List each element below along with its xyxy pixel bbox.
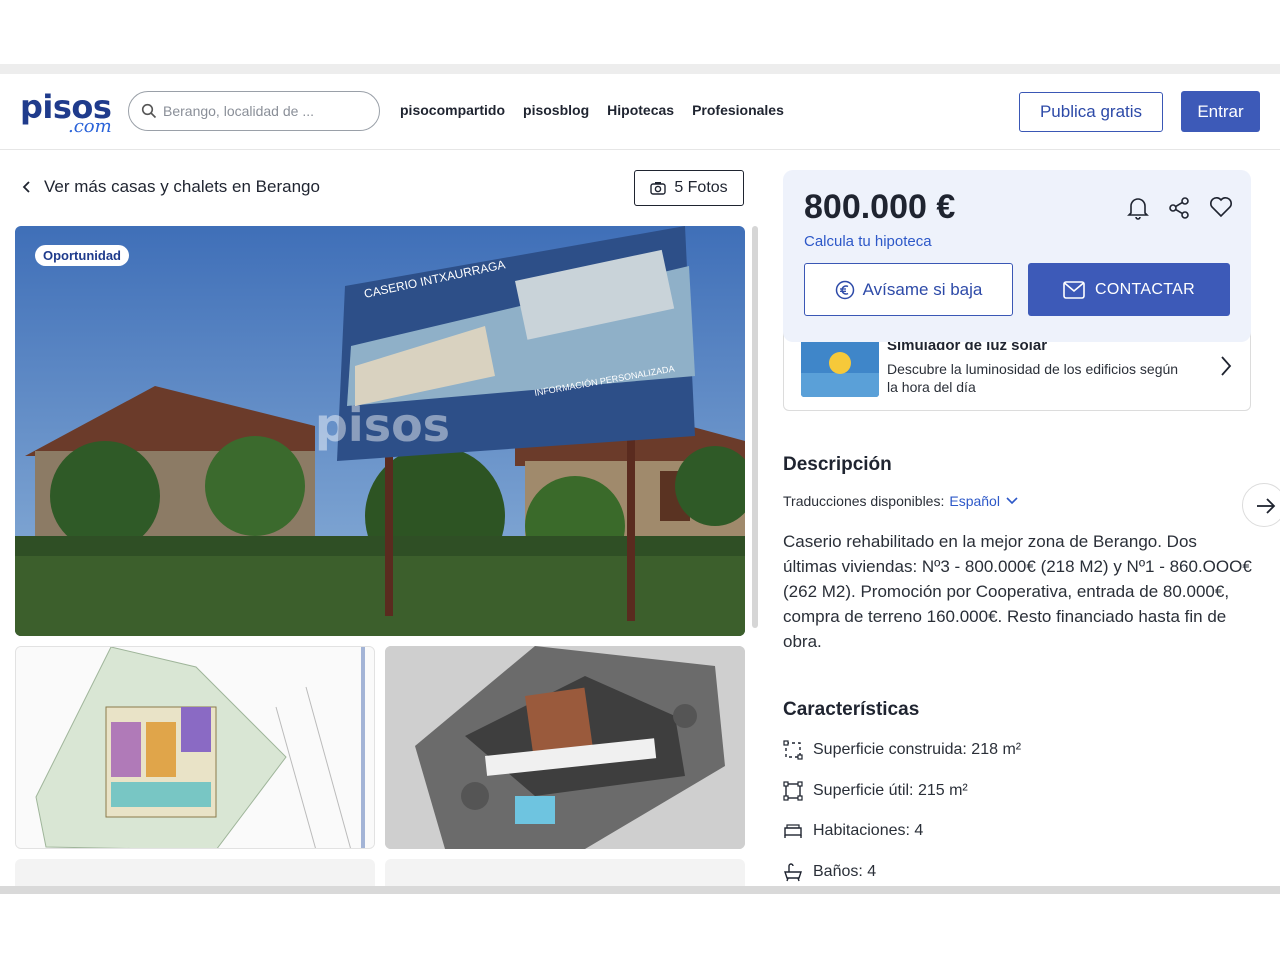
mail-icon: [1063, 280, 1085, 299]
opportunity-badge: Oportunidad: [35, 245, 129, 266]
feature-usable-area: Superficie útil: 215 m²: [783, 781, 968, 801]
browser-top-strip: [0, 64, 1280, 74]
description-text: Caserio rehabilitado en la mejor zona de…: [783, 532, 1252, 651]
house-photo-illustration: CASERIO INTXAURRAGA INFORMACIÓN PERSONAL…: [15, 226, 745, 636]
logo-subtext: .com: [68, 116, 112, 137]
description-heading: Descripción: [783, 454, 892, 475]
photo-thumbnail-3[interactable]: [15, 859, 375, 886]
bath-icon: [784, 863, 802, 882]
price-alert-button[interactable]: Avísame si baja: [804, 263, 1013, 316]
back-link-label: Ver más casas y chalets en Berango: [44, 177, 320, 196]
price-actions: [1127, 196, 1233, 220]
main-photo[interactable]: CASERIO INTXAURRAGA INFORMACIÓN PERSONAL…: [15, 226, 745, 636]
photos-button[interactable]: 5 Fotos: [634, 170, 744, 206]
features-heading: Características: [783, 699, 920, 720]
price-alert-label: Avísame si baja: [862, 279, 983, 299]
site-header: pisos .com pisocompartido pisosblog Hipo…: [0, 74, 1280, 150]
euro-icon: [835, 280, 854, 299]
aerial-render-thumbnail[interactable]: [385, 646, 745, 849]
feature-bedrooms-label: Habitaciones: 4: [813, 822, 924, 839]
chevron-left-icon: [22, 181, 30, 193]
main-nav: pisocompartido pisosblog Hipotecas Profe…: [400, 102, 784, 118]
pisos-logo[interactable]: pisos .com: [20, 88, 116, 138]
feature-built-area: Superficie construida: 218 m²: [783, 740, 1021, 760]
feature-bedrooms: Habitaciones: 4: [783, 822, 923, 840]
floor-plan-illustration: [16, 647, 374, 848]
contact-label: CONTACTAR: [1095, 280, 1195, 298]
photo-thumbnail-4[interactable]: [385, 859, 745, 886]
back-link[interactable]: Ver más casas y chalets en Berango: [20, 177, 320, 197]
sun-illustration: [801, 333, 879, 397]
page: pisos .com pisocompartido pisosblog Hipo…: [0, 74, 1280, 886]
browser-bottom-strip: [0, 886, 1280, 894]
heart-icon[interactable]: [1209, 196, 1233, 218]
share-icon[interactable]: [1167, 196, 1191, 220]
mortgage-calculator-link[interactable]: Calcula tu hipoteca: [804, 233, 932, 250]
photos-button-label: 5 Fotos: [674, 179, 728, 196]
language-selector[interactable]: Español: [949, 493, 1000, 509]
arrow-right-icon: [1257, 498, 1276, 514]
nav-pisosblog[interactable]: pisosblog: [523, 102, 589, 118]
feature-usable-area-label: Superficie útil: 215 m²: [813, 782, 968, 799]
svg-text:pisos: pisos: [315, 398, 450, 452]
bell-icon[interactable]: [1127, 196, 1149, 220]
search-input[interactable]: [163, 100, 369, 122]
publish-button[interactable]: Publica gratis: [1019, 92, 1163, 132]
search-box[interactable]: [128, 91, 380, 131]
feature-built-area-label: Superficie construida: 218 m²: [813, 741, 1022, 758]
camera-icon: [650, 182, 667, 195]
solar-simulator-description: Descubre la luminosidad de los edificios…: [887, 361, 1179, 395]
feature-bathrooms-label: Baños: 4: [813, 863, 877, 880]
feature-bathrooms: Baños: 4: [783, 862, 876, 882]
price: 800.000 €: [804, 188, 956, 226]
usable-area-icon: [783, 781, 803, 801]
nav-hipotecas[interactable]: Hipotecas: [607, 102, 674, 118]
nav-profesionales[interactable]: Profesionales: [692, 102, 784, 118]
nav-pisocompartido[interactable]: pisocompartido: [400, 102, 505, 118]
bed-icon: [784, 824, 802, 838]
built-area-icon: [783, 740, 803, 760]
next-button[interactable]: [1242, 483, 1280, 527]
contact-button[interactable]: CONTACTAR: [1028, 263, 1230, 316]
aerial-render-illustration: [385, 646, 745, 849]
chevron-right-icon: [1221, 356, 1232, 376]
translations-label: Traducciones disponibles:: [783, 493, 945, 509]
translations-row: Traducciones disponibles: Español: [783, 493, 1019, 509]
floor-plan-thumbnail[interactable]: [15, 646, 375, 849]
price-card: 800.000 € Calcula tu hipoteca Avísame si…: [783, 170, 1251, 342]
search-icon: [141, 103, 157, 119]
chevron-down-icon[interactable]: [1005, 496, 1019, 506]
login-button[interactable]: Entrar: [1181, 91, 1260, 132]
gallery-scrollbar[interactable]: [752, 226, 758, 628]
